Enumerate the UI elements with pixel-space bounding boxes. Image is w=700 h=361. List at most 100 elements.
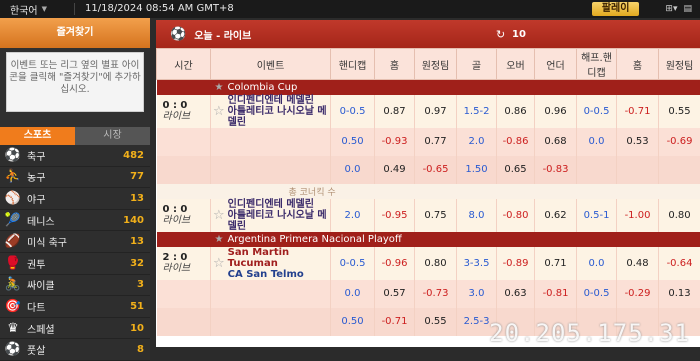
odds-cell[interactable]: 0.97 [415, 95, 457, 128]
odds-cell[interactable]: 0.5-1 [577, 199, 617, 232]
refresh-icon[interactable]: ↻ [496, 28, 505, 41]
sidebar-item-darts[interactable]: 🎯다트51 [0, 296, 150, 318]
odds-cell[interactable]: 0.0 [331, 280, 375, 308]
odds-cell[interactable]: 0.0 [577, 128, 617, 156]
odds-cell[interactable]: 0.0 [331, 156, 375, 184]
match-time: 2 : 0라이브 [157, 247, 211, 280]
odds-cell[interactable]: 3.0 [457, 280, 497, 308]
odds-cell[interactable]: -0.96 [375, 247, 415, 280]
star-icon[interactable]: ☆ [211, 210, 225, 221]
odds-cell[interactable]: -0.64 [659, 247, 700, 280]
odds-cell[interactable]: 0-0.5 [331, 95, 375, 128]
odds-cell[interactable]: -0.29 [617, 280, 659, 308]
star-icon[interactable] [213, 187, 215, 198]
sidebar-item-special[interactable]: ♛스페셜10 [0, 318, 150, 340]
star-icon[interactable]: ★ [213, 82, 224, 93]
odds-cell[interactable]: 0.80 [659, 199, 700, 232]
sidebar-item-basketball[interactable]: ⛹농구77 [0, 167, 150, 189]
odds-cell[interactable]: -0.83 [535, 156, 577, 184]
star-icon[interactable]: ☆ [211, 258, 225, 269]
odds-cell[interactable]: 0.55 [415, 308, 457, 336]
odds-cell[interactable]: -0.93 [375, 128, 415, 156]
sidebar-item-soccer[interactable]: ⚽축구482 [0, 145, 150, 167]
parlay-button[interactable]: 팔레이 [592, 2, 640, 16]
odds-cell[interactable]: -0.71 [375, 308, 415, 336]
odds-cell[interactable]: 0.13 [659, 280, 700, 308]
odds-cell[interactable]: 0.55 [659, 95, 700, 128]
sport-label: 축구 [27, 148, 45, 163]
live-status: 라이브 [163, 215, 211, 226]
odds-cell[interactable]: -0.80 [497, 199, 535, 232]
odds-cell[interactable]: 0.57 [375, 280, 415, 308]
match-teams[interactable] [211, 280, 331, 308]
sidebar-item-cycling[interactable]: 🚴싸이클3 [0, 275, 150, 297]
star-icon[interactable]: ☆ [211, 106, 225, 117]
match-teams[interactable]: ☆인디펜디엔테 메델린아틀레티코 나시오날 메델린 [211, 199, 331, 232]
odds-cell[interactable]: -0.86 [497, 128, 535, 156]
odds-cell[interactable]: 1.5-2 [457, 95, 497, 128]
match-teams[interactable] [211, 308, 331, 336]
odds-cell[interactable]: -0.81 [535, 280, 577, 308]
sport-count: 77 [130, 171, 144, 182]
plus-icon[interactable]: ⊞▾ [665, 4, 677, 14]
baseball-icon: ⚾ [4, 189, 22, 207]
sport-label: 스페셜 [27, 321, 55, 336]
odds-cell[interactable]: 2.0 [457, 128, 497, 156]
odds-cell[interactable]: 0.53 [617, 128, 659, 156]
soccer-icon: ⚽ [170, 27, 186, 42]
sidebar-item-tennis[interactable]: 🎾테니스140 [0, 210, 150, 232]
menu-icon[interactable]: ▤ [683, 4, 692, 14]
sport-count: 51 [130, 301, 144, 312]
odds-cell[interactable]: 0.80 [415, 247, 457, 280]
odds-cell[interactable]: 0.68 [535, 128, 577, 156]
favorites-hint: 이벤트 또는 리그 옆의 별표 아이콘을 클릭해 "즐겨찾기"에 추가하십시오. [6, 52, 144, 112]
odds-cell[interactable]: -0.89 [497, 247, 535, 280]
match-teams[interactable] [211, 156, 331, 184]
odds-cell[interactable]: -0.73 [415, 280, 457, 308]
odds-cell[interactable]: 0.62 [535, 199, 577, 232]
match-teams[interactable]: ☆인디펜디엔테 메델린아틀레티코 나시오날 메델린 [211, 95, 331, 128]
odds-cell[interactable]: 0.50 [331, 308, 375, 336]
odds-cell[interactable]: -0.71 [617, 95, 659, 128]
odds-cell[interactable]: 0.50 [331, 128, 375, 156]
odds-cell[interactable]: 2.0 [331, 199, 375, 232]
match-teams[interactable] [211, 128, 331, 156]
star-icon[interactable]: ★ [213, 234, 224, 245]
odds-cell[interactable]: 0.96 [535, 95, 577, 128]
odds-cell[interactable]: -0.65 [415, 156, 457, 184]
table-row: 0 : 0라이브☆인디펜디엔테 메델린아틀레티코 나시오날 메델린0-0.50.… [157, 95, 700, 128]
odds-cell[interactable]: -0.69 [659, 128, 700, 156]
odds-cell[interactable]: -1.00 [617, 199, 659, 232]
odds-cell[interactable]: 0.86 [497, 95, 535, 128]
language-selector[interactable]: 한국어 ▼ [0, 2, 74, 17]
odds-cell[interactable]: 3-3.5 [457, 247, 497, 280]
match-time: 0 : 0라이브 [157, 199, 211, 232]
tab-sports[interactable]: 스포츠 [0, 127, 75, 145]
sidebar-item-american-football[interactable]: 🏈미식 축구13 [0, 231, 150, 253]
match-teams[interactable]: ☆San Martin TucumanCA San Telmo [211, 247, 331, 280]
odds-cell[interactable]: 0-0.5 [331, 247, 375, 280]
odds-cell[interactable]: 0.65 [497, 156, 535, 184]
odds-cell[interactable]: 1.50 [457, 156, 497, 184]
odds-cell[interactable]: 0-0.5 [577, 95, 617, 128]
odds-cell[interactable]: 0.75 [415, 199, 457, 232]
odds-cell[interactable]: 0.71 [535, 247, 577, 280]
odds-cell[interactable]: 8.0 [457, 199, 497, 232]
sport-count: 8 [137, 344, 144, 355]
odds-cell[interactable]: 0.87 [375, 95, 415, 128]
sport-count: 3 [137, 279, 144, 290]
sidebar-item-boxing[interactable]: 🥊권투32 [0, 253, 150, 275]
col-header: 해프.핸디캡 [577, 49, 617, 80]
league-cell: ★Colombia Cup [157, 80, 700, 95]
tab-markets[interactable]: 시장 [75, 127, 150, 145]
sidebar-item-futsal[interactable]: ⚽풋살8 [0, 339, 150, 361]
sidebar-item-baseball[interactable]: ⚾야구13 [0, 188, 150, 210]
odds-cell[interactable]: 0.49 [375, 156, 415, 184]
odds-cell[interactable]: 0.63 [497, 280, 535, 308]
odds-cell[interactable]: 0-0.5 [577, 280, 617, 308]
odds-cell[interactable]: -0.95 [375, 199, 415, 232]
odds-cell[interactable]: 0.77 [415, 128, 457, 156]
favorites-header[interactable]: 즐겨찾기 [0, 18, 150, 48]
odds-cell[interactable]: 0.0 [577, 247, 617, 280]
odds-cell[interactable]: 0.48 [617, 247, 659, 280]
